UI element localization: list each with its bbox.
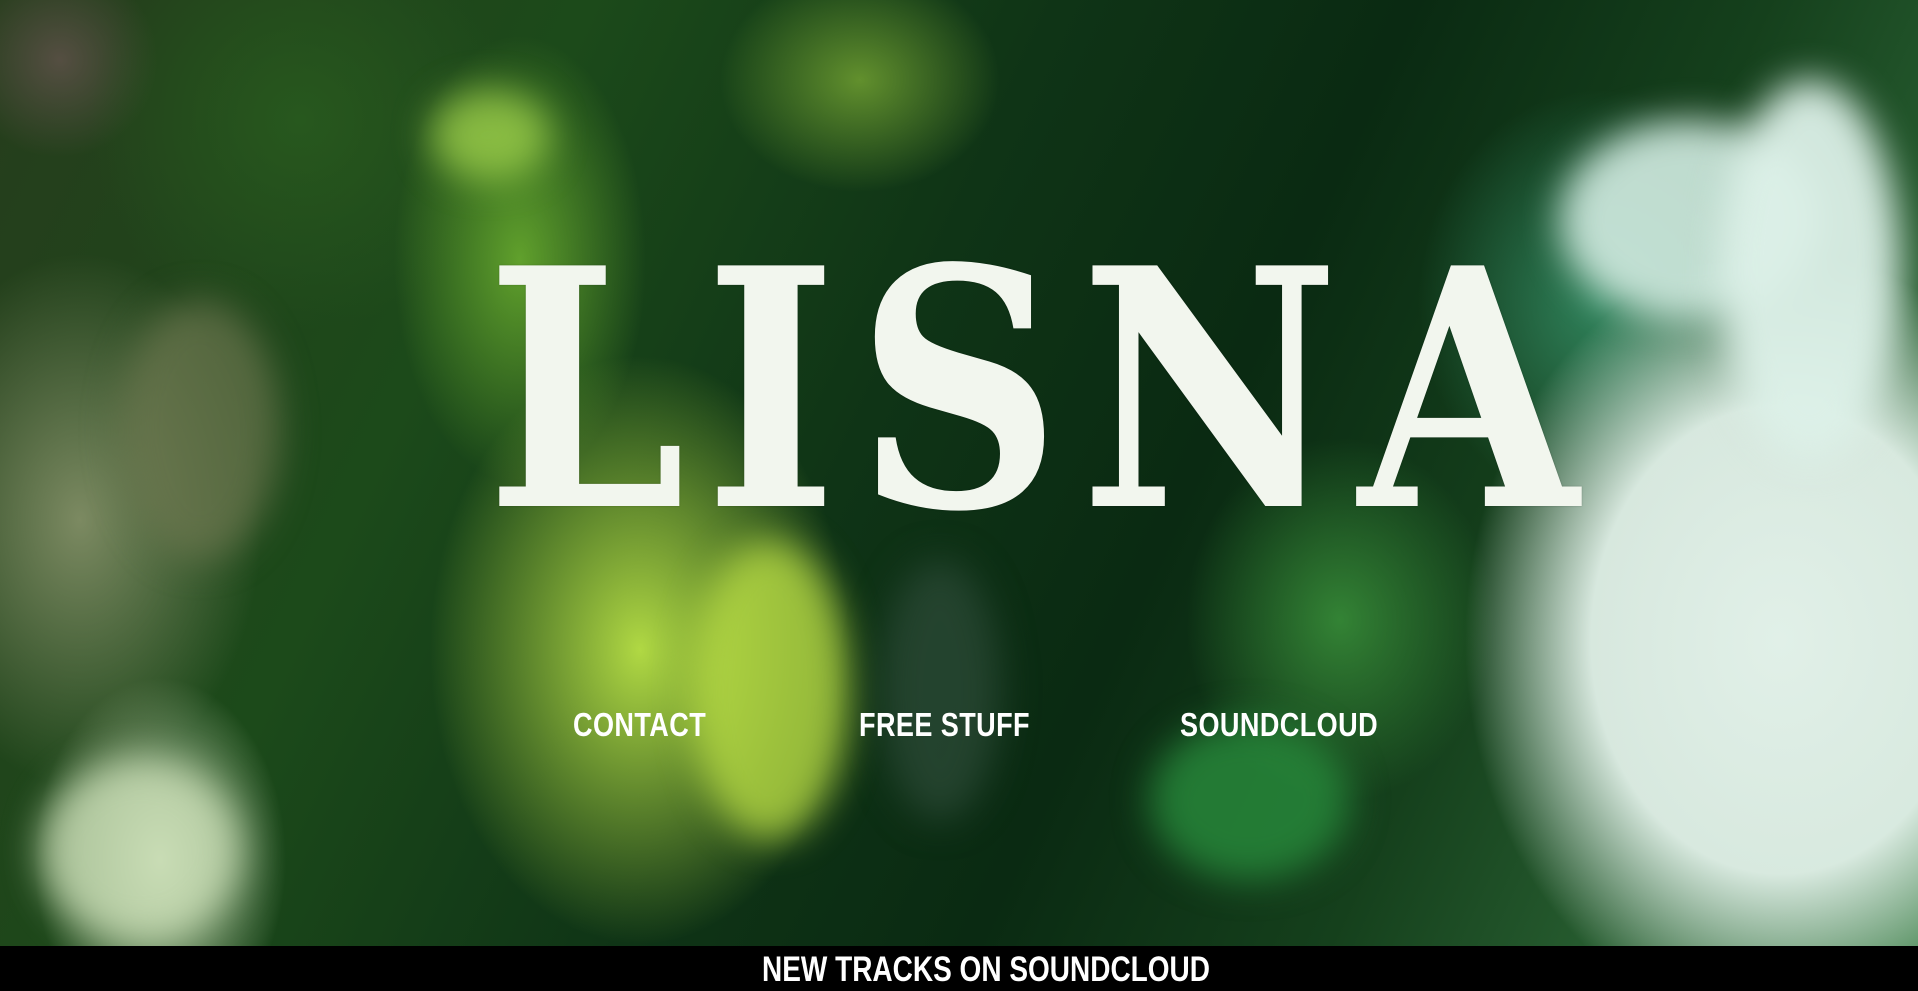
site-logo: LISNA bbox=[480, 225, 1579, 570]
page: LISNA CONTACT FREE STUFF SOUNDCLOUD NEW … bbox=[0, 0, 1918, 991]
nav-link-contact[interactable]: CONTACT bbox=[573, 700, 706, 750]
nav-link-free-stuff[interactable]: FREE STUFF bbox=[859, 700, 1030, 750]
footer-banner: NEW TRACKS ON SOUNDCLOUD bbox=[0, 946, 1918, 991]
logo-text: LISNA bbox=[486, 196, 1598, 584]
nav-link-soundcloud[interactable]: SOUNDCLOUD bbox=[1180, 700, 1378, 750]
new-tracks-link[interactable]: NEW TRACKS ON SOUNDCLOUD bbox=[762, 946, 1210, 991]
main-nav: CONTACT FREE STUFF SOUNDCLOUD bbox=[0, 700, 1918, 750]
